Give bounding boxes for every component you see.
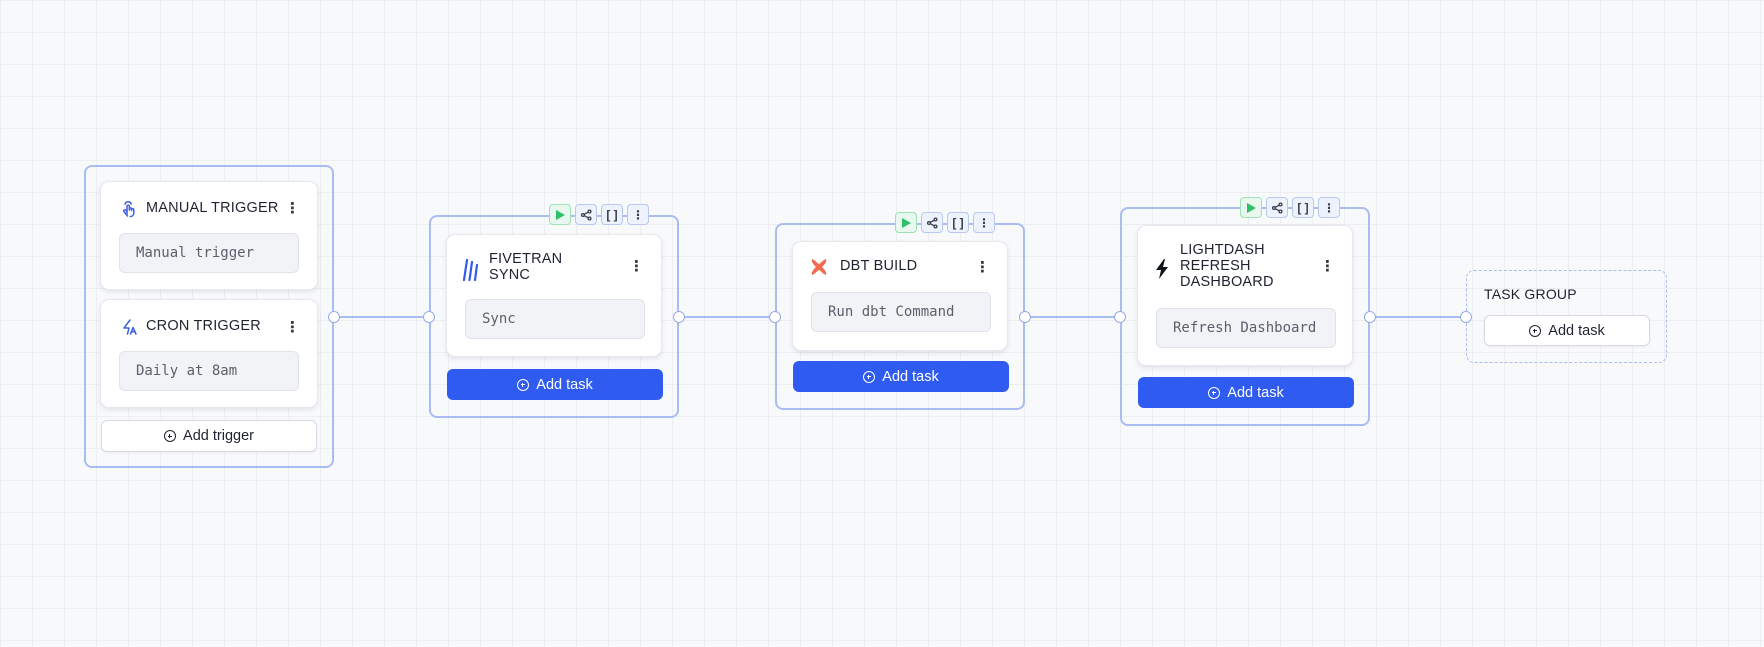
fivetran-menu-icon[interactable]: ⋮: [629, 258, 644, 276]
brackets-button[interactable]: [ ]: [1292, 197, 1314, 218]
fivetran-add-task-label: Add task: [536, 376, 593, 393]
fivetran-title-line-2: SYNC: [489, 267, 531, 283]
manual-trigger-card[interactable]: MANUAL TRIGGER ⋮ Manual trigger: [100, 181, 318, 290]
task-group-add-task-button[interactable]: Add task: [1484, 315, 1650, 346]
share-icon[interactable]: [921, 212, 943, 233]
fivetran-add-task-button[interactable]: Add task: [447, 369, 663, 400]
more-icon[interactable]: ⋮: [627, 204, 649, 225]
dbt-build-card[interactable]: DBT BUILD ⋮ Run dbt Command: [792, 241, 1008, 351]
lightdash-title-line-2: REFRESH: [1180, 258, 1251, 274]
lightdash-title-line-1: LIGHTDASH: [1180, 242, 1265, 258]
dbt-input-port[interactable]: [769, 311, 781, 323]
lightdash-add-task-label: Add task: [1227, 384, 1284, 401]
lightdash-value[interactable]: Refresh Dashboard: [1156, 308, 1336, 348]
dbt-menu-icon[interactable]: ⋮: [975, 259, 990, 277]
dbt-title: DBT BUILD: [840, 258, 918, 274]
dbt-add-task-button[interactable]: Add task: [793, 361, 1009, 392]
run-icon[interactable]: [1240, 197, 1262, 218]
lightdash-input-port[interactable]: [1114, 311, 1126, 323]
fivetran-output-port[interactable]: [673, 311, 685, 323]
add-circle-icon: [517, 378, 530, 391]
brackets-button[interactable]: [ ]: [947, 212, 969, 233]
fivetran-title-line-1: FIVETRAN: [489, 251, 563, 267]
add-trigger-button[interactable]: Add trigger: [101, 420, 317, 452]
add-trigger-label: Add trigger: [183, 428, 254, 444]
fivetran-input-port[interactable]: [423, 311, 435, 323]
fivetran-toolbar: [ ] ⋮: [549, 204, 649, 225]
dbt-toolbar: [ ] ⋮: [895, 212, 995, 233]
cron-trigger-card[interactable]: CRON TRIGGER ⋮ Daily at 8am: [100, 299, 318, 408]
lightning-icon: [1156, 259, 1168, 279]
dbt-value[interactable]: Run dbt Command: [811, 292, 991, 332]
dbt-icon: [811, 259, 827, 275]
task-group-input-port[interactable]: [1460, 311, 1472, 323]
brackets-button[interactable]: [ ]: [601, 204, 623, 225]
lightdash-card[interactable]: LIGHTDASH REFRESH DASHBOARD ⋮ Refresh Da…: [1137, 225, 1353, 366]
task-group-add-task-label: Add task: [1548, 322, 1605, 339]
lightdash-add-task-button[interactable]: Add task: [1138, 377, 1354, 408]
cron-trigger-value[interactable]: Daily at 8am: [119, 351, 299, 391]
lightdash-output-port[interactable]: [1364, 311, 1376, 323]
lightdash-title-line-3: DASHBOARD: [1180, 274, 1274, 290]
trigger-group-output-port[interactable]: [328, 311, 340, 323]
cron-trigger-menu-icon[interactable]: ⋮: [285, 319, 300, 337]
cron-trigger-title: CRON TRIGGER: [146, 318, 261, 334]
lightdash-toolbar: [ ] ⋮: [1240, 197, 1340, 218]
lightdash-menu-icon[interactable]: ⋮: [1320, 258, 1335, 276]
task-group-label: TASK GROUP: [1484, 286, 1577, 302]
add-circle-icon: [164, 430, 177, 442]
manual-trigger-title: MANUAL TRIGGER: [146, 200, 279, 216]
hand-pointer-icon: [123, 201, 135, 218]
fivetran-icon: [463, 258, 479, 282]
add-circle-icon: [863, 370, 876, 383]
share-icon[interactable]: [1266, 197, 1288, 218]
run-icon[interactable]: [895, 212, 917, 233]
add-circle-icon: [1529, 324, 1542, 337]
more-icon[interactable]: ⋮: [1318, 197, 1340, 218]
fivetran-value[interactable]: Sync: [465, 299, 645, 339]
run-icon[interactable]: [549, 204, 571, 225]
dbt-add-task-label: Add task: [882, 368, 939, 385]
share-icon[interactable]: [575, 204, 597, 225]
manual-trigger-menu-icon[interactable]: ⋮: [285, 200, 300, 218]
more-icon[interactable]: ⋮: [973, 212, 995, 233]
cron-icon: [123, 319, 137, 335]
dbt-output-port[interactable]: [1019, 311, 1031, 323]
fivetran-sync-card[interactable]: FIVETRAN SYNC ⋮ Sync: [446, 234, 662, 357]
manual-trigger-value[interactable]: Manual trigger: [119, 233, 299, 273]
add-circle-icon: [1208, 386, 1221, 399]
